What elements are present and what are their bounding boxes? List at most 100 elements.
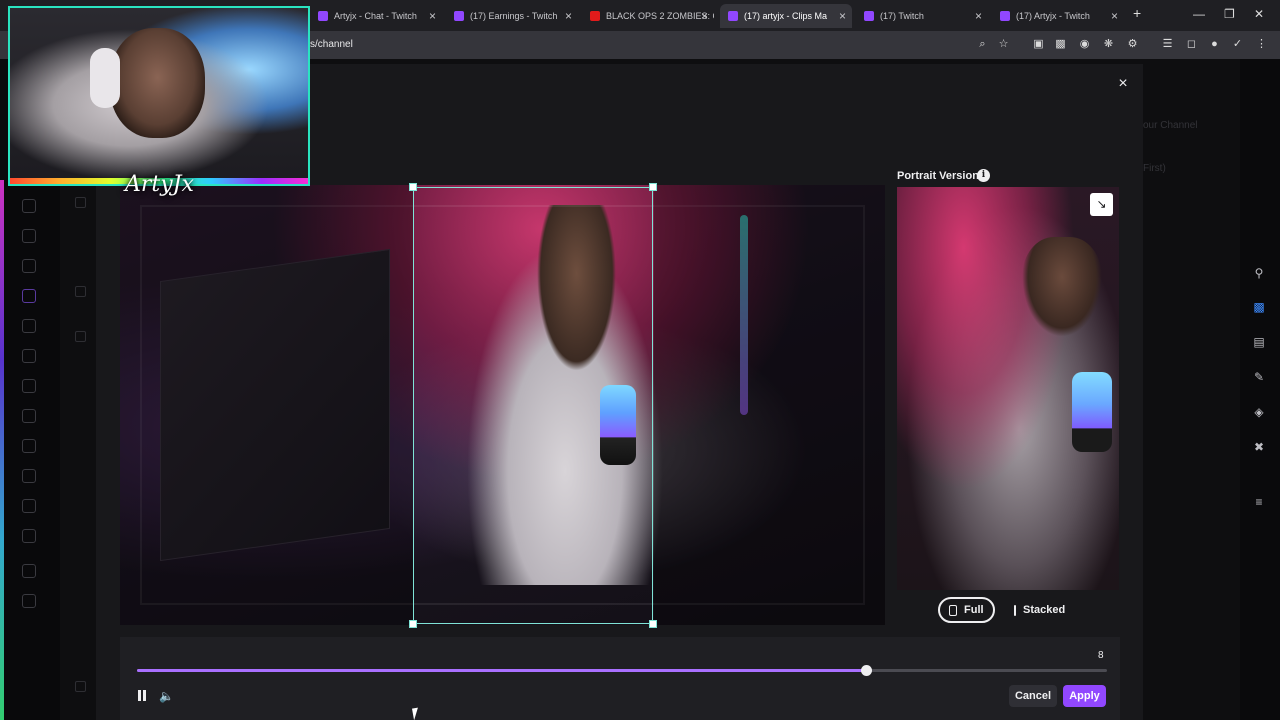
layout-stacked-label: Stacked — [1023, 604, 1066, 616]
restore-icon[interactable]: ❐ — [1224, 7, 1235, 21]
extension-icon[interactable]: ❋ — [1102, 38, 1115, 51]
extension-icon[interactable]: ▩ — [1054, 38, 1067, 51]
volume-icon[interactable]: 🔈 — [159, 689, 174, 703]
layout-stacked-button[interactable]: Stacked — [1003, 597, 1076, 623]
minimize-icon[interactable]: — — [1193, 7, 1205, 21]
right-toolbar — [1240, 59, 1280, 720]
tools-icon[interactable]: ✖ — [1252, 440, 1266, 454]
pause-icon[interactable] — [137, 690, 148, 701]
gamepad-icon[interactable]: ◈ — [1252, 405, 1266, 419]
stacked-icon — [1014, 604, 1016, 616]
sliders-icon[interactable]: ≡ — [1252, 495, 1266, 509]
microphone-image — [1072, 372, 1112, 452]
info-icon[interactable]: i — [977, 169, 990, 182]
bookmark-star-icon[interactable]: ☆ — [997, 38, 1010, 51]
extension-icon[interactable]: ◉ — [1078, 38, 1091, 51]
close-tab-icon[interactable]: × — [1111, 9, 1118, 23]
edit-icon[interactable]: ✎ — [1252, 370, 1266, 384]
layout-full-label: Full — [964, 604, 984, 616]
puzzle-icon[interactable]: ⚙ — [1126, 38, 1139, 51]
twitch-icon — [454, 11, 464, 21]
browser-tab[interactable]: (17) Twitch × — [856, 4, 988, 28]
crop-dim-left — [120, 185, 413, 625]
tab-label: (17) Artyjx - Twitch — [1016, 11, 1090, 21]
nav-icon[interactable] — [22, 439, 36, 453]
nav-icon[interactable] — [22, 409, 36, 423]
extension-icon[interactable]: ▣ — [1032, 38, 1045, 51]
profile-icon[interactable]: ● — [1208, 38, 1221, 51]
extension-icon[interactable]: ✓ — [1231, 38, 1244, 51]
nav-icon[interactable] — [22, 319, 36, 333]
twitch-icon — [318, 11, 328, 21]
nav-icon[interactable] — [22, 594, 36, 608]
close-tab-icon[interactable]: × — [565, 9, 572, 23]
crop-handle-bottom-right[interactable] — [649, 620, 657, 628]
nav-icon[interactable] — [22, 564, 36, 578]
close-modal-button[interactable]: × — [1115, 76, 1131, 92]
tab-label: BLACK OPS 2 ZOMBIES: C — [606, 11, 714, 21]
close-tab-icon[interactable]: × — [975, 9, 982, 23]
streamer-face-image — [110, 28, 205, 138]
browser-tab[interactable]: (17) Artyjx - Twitch × — [992, 4, 1124, 28]
youtube-icon — [590, 11, 600, 21]
twitch-icon — [1000, 11, 1010, 21]
zoom-icon[interactable]: ⌕ — [976, 38, 989, 51]
browser-tab[interactable]: (17) Earnings - Twitch × — [446, 4, 578, 28]
portrait-preview — [897, 187, 1119, 590]
menu-icon[interactable]: ⋮ — [1255, 38, 1268, 51]
nav-icon[interactable] — [22, 529, 36, 543]
nav-icon-active[interactable] — [22, 289, 36, 303]
close-tab-icon[interactable]: × — [839, 9, 846, 23]
headset-image — [90, 48, 120, 108]
nav-icon[interactable] — [22, 469, 36, 483]
nav-icon[interactable] — [22, 259, 36, 273]
filter-label: First) — [1143, 163, 1166, 174]
tab-label: (17) Twitch — [880, 11, 924, 21]
nav-icon[interactable] — [22, 229, 36, 243]
chat-icon[interactable]: ▩ — [1252, 300, 1266, 314]
browser-tab[interactable]: BLACK OPS 2 ZOMBIES: C × — [582, 4, 714, 28]
crop-handle-top-right[interactable] — [649, 183, 657, 191]
timeline-progress — [137, 669, 867, 672]
row-checkbox[interactable] — [75, 681, 86, 692]
rgb-light-strip — [0, 180, 4, 720]
webcam-overlay — [8, 6, 310, 186]
nav-icon[interactable] — [22, 349, 36, 363]
row-checkbox[interactable] — [75, 197, 86, 208]
cancel-button[interactable]: Cancel — [1009, 685, 1057, 707]
new-tab-button[interactable]: + — [1133, 5, 1141, 21]
browser-tab-active[interactable]: (17) artyjx - Clips Ma × — [720, 4, 852, 28]
collapse-icon[interactable]: ↘ — [1090, 193, 1113, 216]
nav-icon[interactable] — [22, 379, 36, 393]
url-field[interactable]: s/channel — [310, 39, 353, 50]
row-checkbox[interactable] — [75, 331, 86, 342]
close-tab-icon[interactable]: × — [701, 9, 708, 23]
tab-label: (17) artyjx - Clips Ma — [744, 11, 828, 21]
streamer-image — [1022, 237, 1102, 337]
close-tab-icon[interactable]: × — [429, 9, 436, 23]
apply-button[interactable]: Apply — [1063, 685, 1106, 707]
media-icon[interactable]: ☰ — [1161, 38, 1174, 51]
nav-icon[interactable] — [22, 199, 36, 213]
crop-handle-top-left[interactable] — [409, 183, 417, 191]
browser-tab[interactable]: Artyjx - Chat - Twitch × — [310, 4, 442, 28]
tab-label: Artyjx - Chat - Twitch — [334, 11, 417, 21]
channel-label: our Channel — [1143, 120, 1198, 131]
phone-icon — [949, 604, 957, 616]
sidebar-icon[interactable]: ◻ — [1185, 38, 1198, 51]
document-icon[interactable]: ▤ — [1252, 335, 1266, 349]
crop-dim-right — [654, 185, 885, 625]
clip-duration: 8 — [1098, 650, 1104, 661]
crop-handle-bottom-left[interactable] — [409, 620, 417, 628]
search-icon[interactable]: ⚲ — [1252, 266, 1266, 280]
twitch-icon — [864, 11, 874, 21]
streamer-name-logo: ArtyJx — [125, 172, 194, 197]
close-window-icon[interactable]: ✕ — [1254, 7, 1264, 21]
playback-controls — [120, 637, 1120, 720]
row-checkbox[interactable] — [75, 286, 86, 297]
twitch-icon — [728, 11, 738, 21]
layout-full-button[interactable]: Full — [938, 597, 995, 623]
portrait-version-label: Portrait Version — [897, 170, 979, 182]
portrait-crop-box[interactable] — [413, 187, 653, 624]
nav-icon[interactable] — [22, 499, 36, 513]
